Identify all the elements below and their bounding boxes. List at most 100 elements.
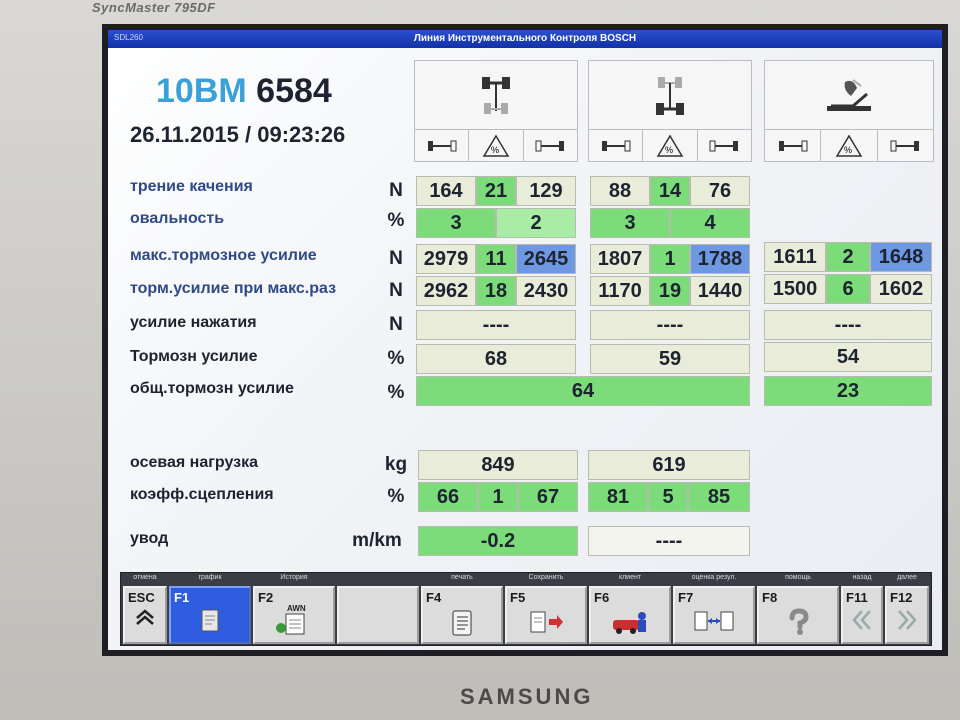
label-adhesion: коэфф.сцепления	[130, 486, 274, 503]
left-wheel-icon	[589, 130, 644, 161]
axle-panel-rear: %	[588, 60, 752, 162]
fkey-label: F7	[678, 590, 694, 605]
label-ovality: овальность	[130, 210, 225, 227]
function-key-bar: отмена ESC график F1 История F2 AWN печа…	[120, 572, 932, 646]
unit-adhesion: %	[387, 486, 405, 507]
unit-brakediff: N	[389, 280, 403, 301]
monitor-brand: SAMSUNG	[460, 684, 594, 709]
fkey-label: F11	[846, 590, 868, 605]
fkey-caption-f1: график	[198, 574, 222, 581]
chevron-up-icon	[125, 608, 165, 626]
label-pedal-force: усилие нажатия	[130, 314, 257, 331]
fkey-caption-f6: клиент	[618, 574, 642, 581]
client-icon	[591, 608, 669, 636]
totalbrake-service: 64	[416, 376, 750, 406]
brakeforce-rear: 59	[590, 344, 750, 374]
brakediff-rear-left: 1170	[590, 276, 650, 306]
f11-back-button[interactable]: F11	[841, 586, 883, 644]
ovality-front-left: 3	[416, 208, 496, 238]
rear-axle-diagram-icon	[589, 61, 751, 131]
maxbrake-rear-left: 1807	[590, 244, 650, 274]
ovality-front-right: 2	[496, 208, 576, 238]
maxbrake-park-right: 1648	[870, 242, 932, 272]
fkey-label: F8	[762, 590, 778, 605]
document-icon	[171, 608, 249, 634]
adhesion-rear-right: 85	[688, 482, 750, 512]
front-axle-diagram-icon	[415, 61, 577, 131]
fkey-caption-f8: помощь	[785, 574, 811, 581]
brakediff-rear-right: 1440	[690, 276, 750, 306]
brakediff-rear-diff: 19	[650, 276, 690, 306]
pedal-rear: ----	[590, 310, 750, 340]
axle-icons-parking: %	[765, 129, 933, 161]
adhesion-rear-left: 81	[588, 482, 648, 512]
unit-drift: m/km	[352, 530, 402, 551]
fkey-label: F2	[258, 590, 274, 605]
unit-totalbrake: %	[387, 382, 405, 403]
brakediff-park-left: 1500	[764, 274, 826, 304]
adhesion-front-diff: 1	[478, 482, 518, 512]
unit-axleload: kg	[384, 454, 408, 475]
totalbrake-park: 23	[764, 376, 932, 406]
maxbrake-park-left: 1611	[764, 242, 826, 272]
f12-forward-button[interactable]: F12	[885, 586, 929, 644]
fkey-caption-f7: оценка резул.	[691, 574, 737, 581]
monitor-bezel: SyncMaster 795DF SAMSUNG SDL260 Линия Ин…	[0, 0, 960, 720]
fkey-label: F12	[890, 590, 913, 605]
brakeforce-front: 68	[416, 344, 576, 374]
fkey-caption-f4: печать	[451, 574, 473, 581]
fkey-caption-esc: отмена	[133, 574, 157, 581]
help-icon	[759, 608, 837, 636]
f7-evaluate-button[interactable]: F7	[673, 586, 755, 644]
label-max-brake: макс.тормозное усилие	[130, 247, 317, 264]
brakediff-front-left: 2962	[416, 276, 476, 306]
brake-test-app: SDL260 Линия Инструментального Контроля …	[108, 30, 942, 650]
rolling-front-left: 164	[416, 176, 476, 206]
title-bar: SDL260 Линия Инструментального Контроля …	[108, 30, 942, 48]
f1-graph-button[interactable]: F1	[169, 586, 251, 644]
left-wheel-icon	[765, 130, 822, 161]
brakediff-park-right: 1602	[870, 274, 932, 304]
percent-triangle-icon: %	[821, 130, 878, 161]
save-icon	[507, 608, 585, 636]
unit-ovality: %	[387, 210, 405, 231]
label-axle-load: осевая нагрузка	[130, 454, 258, 471]
rolling-front-diff: 21	[476, 176, 516, 206]
unit-brakeforce: %	[387, 348, 405, 369]
fkey-label: F4	[426, 590, 442, 605]
axle-panel-front: %	[414, 60, 578, 162]
f8-help-button[interactable]: F8	[757, 586, 839, 644]
axle-icons-rear: %	[589, 129, 751, 161]
percent-triangle-icon: %	[469, 130, 524, 161]
fkey-caption-f11: назад	[852, 574, 872, 581]
maxbrake-front-left: 2979	[416, 244, 476, 274]
rolling-rear-right: 76	[690, 176, 750, 206]
plate-number: 6584	[256, 72, 332, 110]
empty-function-key[interactable]	[337, 586, 419, 644]
esc-key-button[interactable]: ESC	[123, 586, 167, 644]
right-wheel-icon	[524, 130, 577, 161]
percent-triangle-icon: %	[643, 130, 698, 161]
test-datetime: 26.11.2015 / 09:23:26	[130, 122, 346, 147]
f6-client-button[interactable]: F6	[589, 586, 671, 644]
drift-front: -0.2	[418, 526, 578, 556]
label-drift: увод	[130, 530, 169, 547]
axle-icons-front: %	[415, 129, 577, 161]
awn-badge: AWN	[287, 604, 306, 613]
f2-history-button[interactable]: F2 AWN	[253, 586, 335, 644]
f5-save-button[interactable]: F5	[505, 586, 587, 644]
adhesion-rear-diff: 5	[648, 482, 688, 512]
f4-print-button[interactable]: F4	[421, 586, 503, 644]
brakeforce-park: 54	[764, 342, 932, 372]
fkey-label: F6	[594, 590, 610, 605]
brakediff-front-right: 2430	[516, 276, 576, 306]
maxbrake-front-right: 2645	[516, 244, 576, 274]
label-total-brake: общ.тормозн усилие	[130, 380, 294, 397]
ovality-rear-right: 4	[670, 208, 750, 238]
left-wheel-icon	[415, 130, 470, 161]
svg-text:%: %	[665, 145, 673, 155]
monitor-screen: SDL260 Линия Инструментального Контроля …	[102, 24, 948, 656]
monitor-model: SyncMaster 795DF	[92, 0, 216, 15]
unit-pedal: N	[389, 314, 403, 335]
unit-rolling: N	[389, 180, 403, 201]
